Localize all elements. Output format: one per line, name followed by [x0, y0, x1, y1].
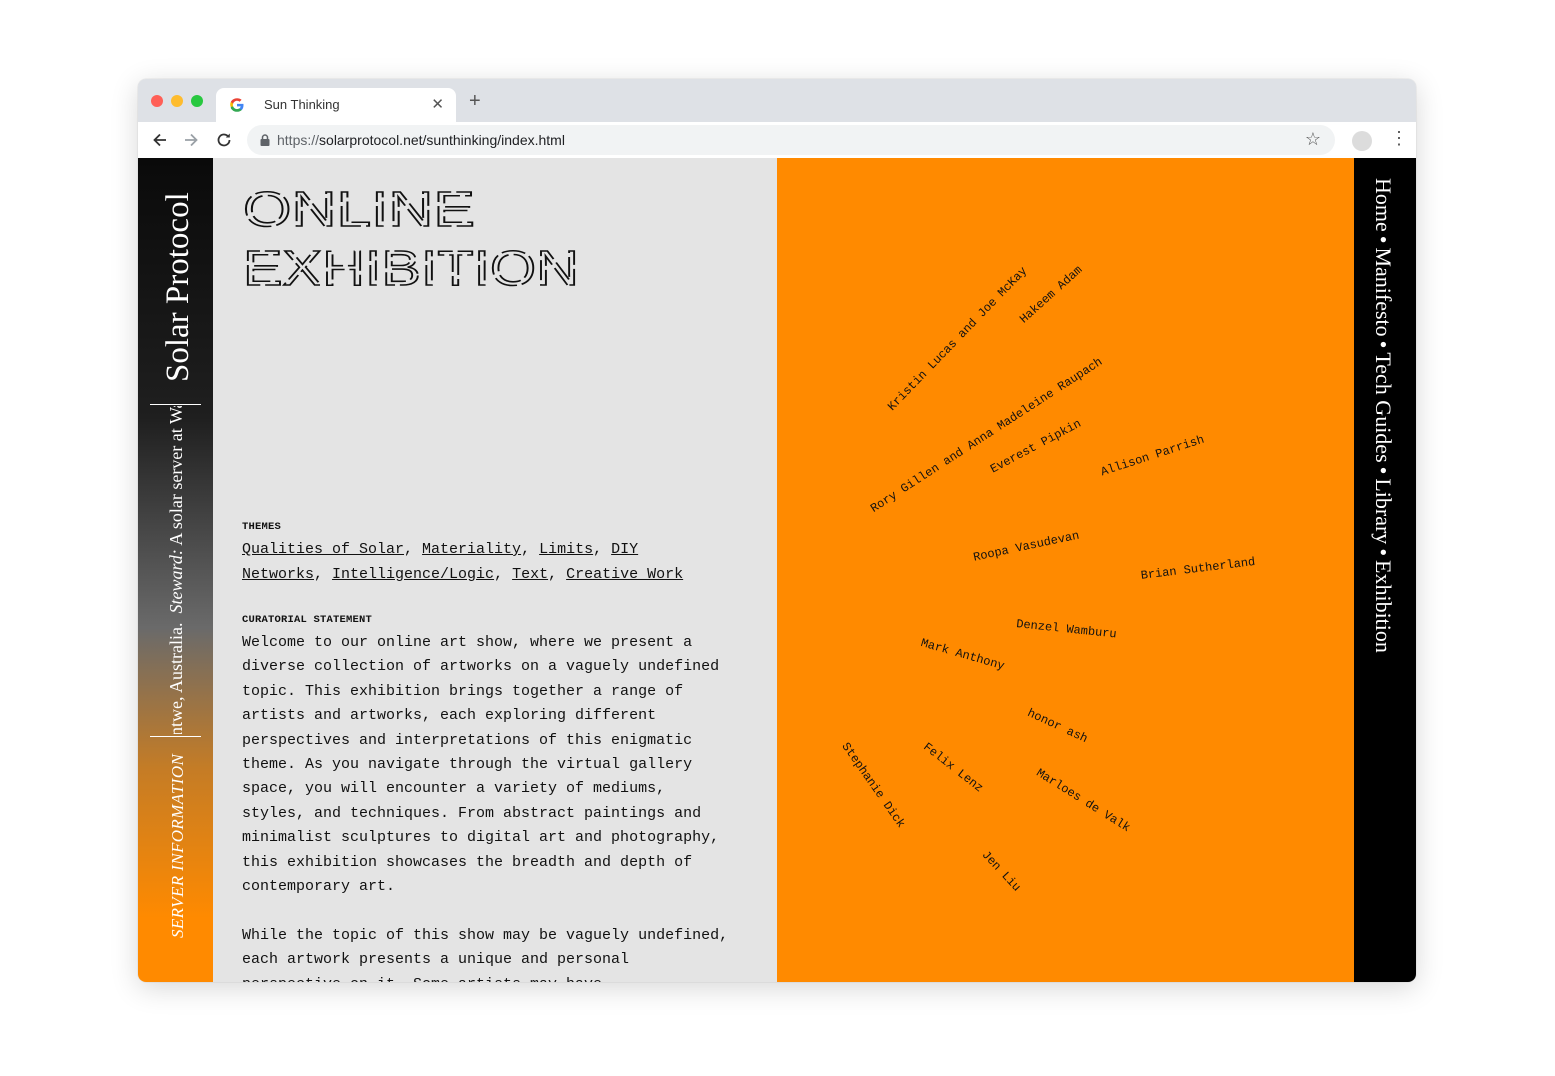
steward-location: ntwe, Australia.	[166, 622, 186, 734]
main-content: ONLINE EXHIBITION THEMES Qualities of So…	[213, 158, 777, 982]
statement-paragraph: While the topic of this show may be vagu…	[242, 926, 729, 982]
nav-separator: •	[1371, 548, 1396, 557]
bookmark-star-icon[interactable]: ☆	[1305, 129, 1321, 150]
new-tab-icon[interactable]: +	[469, 90, 481, 113]
google-icon	[230, 98, 244, 112]
kebab-menu-icon[interactable]: ⋮	[1390, 128, 1408, 149]
left-sidebar: Solar Protocol ntwe, Australia. Steward:…	[138, 158, 213, 982]
close-window-button[interactable]	[151, 95, 163, 107]
close-tab-icon[interactable]: ✕	[431, 95, 444, 113]
steward-label: Steward:	[166, 549, 186, 614]
right-sidebar: Home • Manifesto • Tech Guides • Library • Exhib…	[1354, 158, 1416, 982]
artist-link[interactable]: Denzel Wamburu	[1016, 617, 1118, 641]
nav-manifesto[interactable]: Manifesto	[1371, 247, 1396, 336]
toolbar: https://solarprotocol.net/sunthinking/in…	[138, 122, 1416, 159]
page-title: ONLINE EXHIBITION	[243, 190, 583, 290]
artists-panel: Kristin Lucas and Joe McKay Hakeem Adam …	[777, 158, 1354, 982]
nav-tech-guides[interactable]: Tech Guides	[1371, 352, 1396, 462]
tab-title: Sun Thinking	[264, 97, 340, 112]
url-scheme: https://	[277, 132, 320, 148]
artist-link[interactable]: Brian Sutherland	[1140, 555, 1256, 583]
artist-link[interactable]: Kristin Lucas and Joe McKay	[885, 264, 1030, 414]
nav-separator: •	[1371, 235, 1396, 244]
back-icon[interactable]	[150, 130, 170, 150]
url-text: https://solarprotocol.net/sunthinking/in…	[277, 132, 565, 148]
themes-heading: THEMES	[242, 521, 282, 533]
reload-icon[interactable]	[214, 130, 234, 150]
theme-link-intelligence-logic[interactable]: Intelligence/Logic	[332, 566, 494, 583]
minimize-window-button[interactable]	[171, 95, 183, 107]
theme-link-qualities-of-solar[interactable]: Qualities of Solar	[242, 541, 404, 558]
browser-window: Sun Thinking ✕ + https://solarprotocol.n…	[138, 79, 1416, 982]
theme-link-limits[interactable]: Limits	[539, 541, 593, 558]
artist-link[interactable]: Felix Lenz	[920, 740, 985, 795]
tab-sun-thinking[interactable]: Sun Thinking ✕	[216, 88, 456, 122]
nav-separator: •	[1371, 466, 1396, 475]
artist-link[interactable]: Jen Liu	[979, 848, 1024, 894]
theme-link-creative-work[interactable]: Creative Work	[566, 566, 683, 583]
curatorial-statement: Welcome to our online art show, where we…	[242, 631, 732, 982]
theme-link-materiality[interactable]: Materiality	[422, 541, 521, 558]
steward-description: A solar server at Wai	[166, 406, 186, 546]
artist-link[interactable]: Allison Parrish	[1099, 433, 1206, 480]
artist-link[interactable]: Marloes de Valk	[1034, 766, 1133, 835]
page-title-line2: EXHIBITION	[243, 242, 579, 290]
steward-info: ntwe, Australia. Steward: A solar server…	[158, 406, 198, 734]
theme-link-text[interactable]: Text	[512, 566, 548, 583]
address-bar[interactable]: https://solarprotocol.net/sunthinking/in…	[247, 125, 1335, 155]
brand-logo-text[interactable]: Solar Protocol	[160, 192, 197, 382]
lock-icon	[260, 134, 270, 146]
sidebar-divider-top	[150, 404, 201, 405]
statement-paragraph: Welcome to our online art show, where we…	[242, 634, 720, 896]
curatorial-statement-heading: CURATORIAL STATEMENT	[242, 614, 373, 626]
nav-library[interactable]: Library	[1371, 478, 1396, 544]
sidebar-divider-bottom	[150, 736, 201, 737]
server-information-link[interactable]: SERVER INFORMATION	[168, 754, 188, 938]
steward-text: ntwe, Australia. Steward: A solar server…	[166, 406, 187, 734]
right-nav: Home • Manifesto • Tech Guides • Library • Exhib…	[1370, 178, 1396, 653]
page-title-stencil: ONLINE EXHIBITION	[243, 190, 580, 290]
themes-links: Qualities of Solar, Materiality, Limits,…	[242, 541, 684, 583]
artist-link[interactable]: Stephanie Dick	[839, 740, 908, 831]
maximize-window-button[interactable]	[191, 95, 203, 107]
nav-home[interactable]: Home	[1371, 178, 1396, 232]
tab-bar: Sun Thinking ✕ +	[138, 79, 1416, 122]
page-title-line1: ONLINE	[243, 190, 475, 237]
artist-link[interactable]: honor ash	[1025, 706, 1090, 746]
artist-link[interactable]: Roopa Vasudevan	[972, 529, 1081, 565]
nav-separator: •	[1371, 340, 1396, 349]
web-page: Solar Protocol ntwe, Australia. Steward:…	[138, 158, 1416, 982]
nav-exhibition[interactable]: Exhibition	[1371, 560, 1396, 653]
artist-link[interactable]: Mark Anthony	[919, 636, 1006, 673]
profile-avatar[interactable]	[1352, 131, 1372, 151]
forward-icon[interactable]	[181, 130, 201, 150]
url-path: solarprotocol.net/sunthinking/index.html	[319, 132, 565, 148]
